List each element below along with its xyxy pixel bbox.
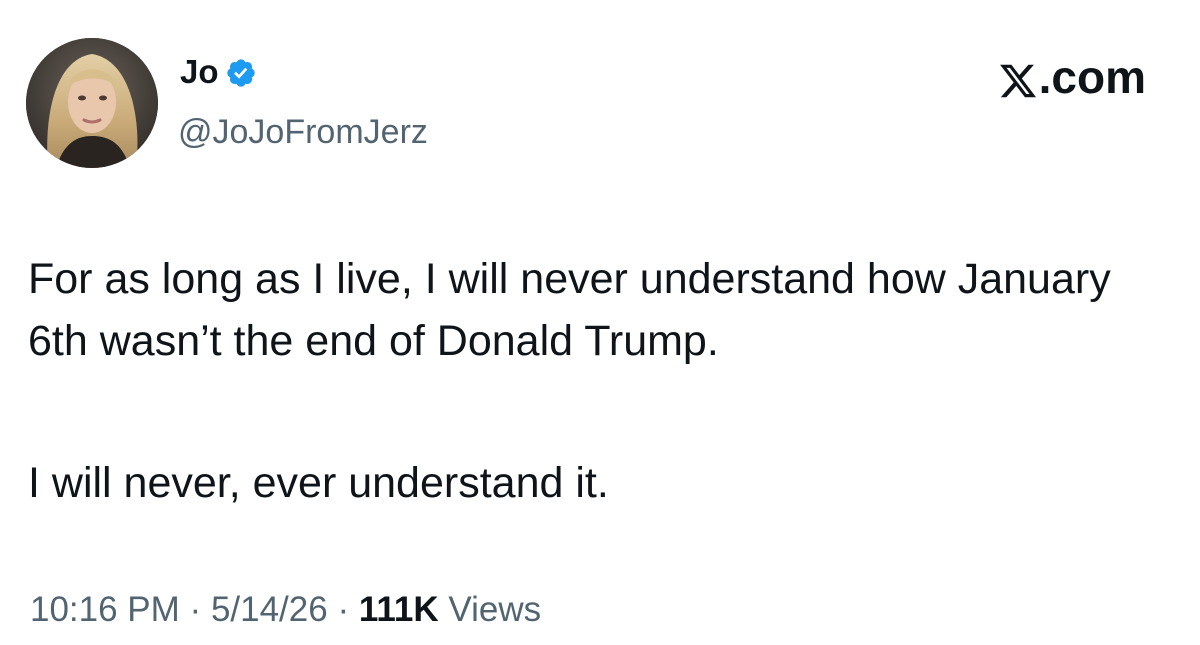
author-handle[interactable]: @JoJoFromJerz <box>178 112 428 152</box>
tweet-paragraph: I will never, ever understand it. <box>28 459 609 507</box>
brand-text: .com <box>1038 51 1146 103</box>
tweet-meta: 10:16 PM · 5/14/26 · 111K Views <box>30 588 541 632</box>
tweet-paragraph: For as long as I live, I will never unde… <box>28 255 1111 365</box>
verified-badge-icon[interactable] <box>225 57 257 89</box>
display-name[interactable]: Jo <box>180 52 219 92</box>
tweet-card: Jo @JoJoFromJerz .com For as long as I l… <box>0 0 1200 645</box>
tweet-text: For as long as I live, I will never unde… <box>28 248 1158 514</box>
avatar-photo <box>26 38 158 168</box>
x-logo-icon <box>998 58 1038 98</box>
avatar[interactable] <box>26 38 158 168</box>
views-label: Views <box>448 590 542 629</box>
meta-separator: · <box>189 590 202 629</box>
tweet-time[interactable]: 10:16 PM <box>30 590 180 629</box>
author-name-row: Jo <box>180 52 257 92</box>
meta-separator: · <box>337 590 350 629</box>
brand-watermark: .com <box>998 50 1146 104</box>
tweet-date[interactable]: 5/14/26 <box>211 590 328 629</box>
views-count[interactable]: 111K <box>359 590 439 629</box>
